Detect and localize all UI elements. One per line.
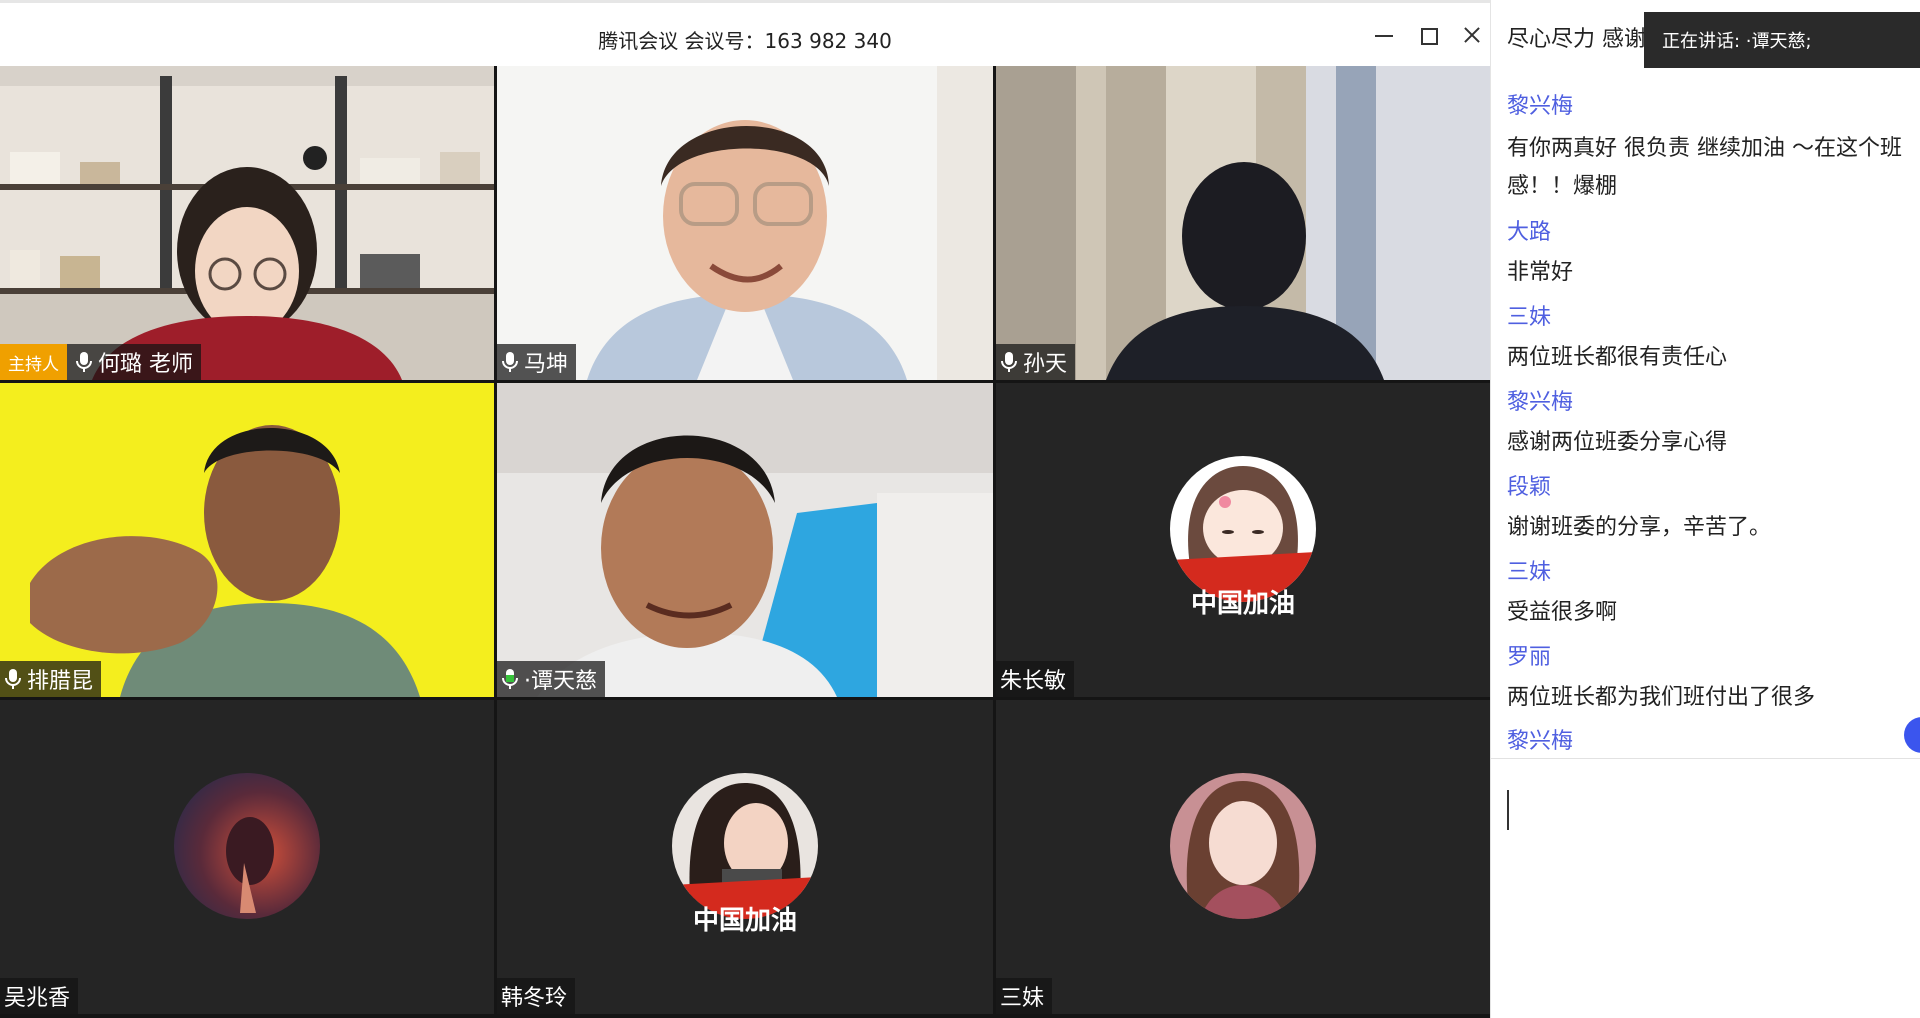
avatar — [1170, 773, 1316, 919]
avatar-caption: 中国加油 — [692, 906, 797, 936]
participant-name: 孙天 — [1023, 352, 1068, 377]
video-feed — [497, 66, 993, 380]
participant-name: 吴兆香 — [4, 986, 71, 1011]
participant-name: 三妹 — [1000, 986, 1045, 1011]
participant-tile[interactable]: 马坤 — [497, 66, 993, 380]
participant-name: 韩冬玲 — [501, 986, 568, 1011]
participant-tile[interactable]: ·谭天慈 — [497, 383, 993, 697]
avatar — [174, 773, 320, 919]
participant-tile[interactable]: 中国加油 朱长敏 — [996, 383, 1490, 697]
chat-message-list[interactable]: 尽心尽力 感谢有你 黎兴梅 有你两真好 很负责 继续加油 ～在这个班 感！！爆棚… — [1507, 0, 1917, 756]
chat-sender: 黎兴梅 — [1507, 390, 1574, 415]
chat-sender: 黎兴梅 — [1507, 729, 1574, 754]
chat-text: 两位班长都为我们班付出了很多 — [1507, 685, 1816, 710]
title-bar: 腾讯会议 会议号：163 982 340 — [0, 0, 1490, 66]
participant-label: 孙天 — [996, 344, 1076, 380]
participant-label: ·谭天慈 — [497, 661, 605, 697]
participant-name: ·谭天慈 — [524, 669, 597, 694]
chat-sender: 罗丽 — [1507, 645, 1552, 670]
avatar-caption: 中国加油 — [1190, 589, 1295, 619]
chat-text: 受益很多啊 — [1507, 600, 1618, 625]
participant-label: 韩冬玲 — [497, 978, 576, 1014]
avatar-image — [1170, 773, 1316, 919]
maximize-button[interactable] — [1414, 21, 1442, 49]
participant-tile[interactable]: 三妹 — [996, 700, 1490, 1014]
chat-text: 谢谢班委的分享，辛苦了。 — [1507, 515, 1772, 540]
participant-tile[interactable]: 中国加油 韩冬玲 — [497, 700, 993, 1014]
participant-label: 马坤 — [497, 344, 577, 380]
mic-icon — [5, 669, 21, 689]
speaking-indicator: 正在讲话: ·谭天慈; — [1644, 12, 1920, 68]
minimize-button[interactable] — [1370, 21, 1398, 49]
avatar — [1170, 456, 1316, 602]
video-feed — [996, 66, 1490, 380]
video-feed — [497, 383, 993, 697]
avatar-image — [1170, 456, 1316, 602]
chat-sender: 三妹 — [1507, 305, 1552, 330]
participant-label: 朱长敏 — [996, 661, 1075, 697]
chat-text: 非常好 — [1507, 260, 1574, 285]
avatar-image — [174, 773, 320, 919]
participant-label: 吴兆香 — [0, 978, 79, 1014]
chat-panel: 尽心尽力 感谢有你 黎兴梅 有你两真好 很负责 继续加油 ～在这个班 感！！爆棚… — [1490, 0, 1920, 1018]
text-cursor — [1507, 790, 1509, 830]
chat-sender: 三妹 — [1507, 560, 1552, 585]
participant-name: 马坤 — [524, 352, 569, 377]
chat-input-area[interactable] — [1491, 760, 1920, 1018]
video-grid: 主持人 何璐 老师 马坤 孙天 排腊昆 ·谭天慈 中国加油 朱长敏 吴兆香 中国… — [0, 66, 1490, 1018]
participant-label: 主持人 何璐 老师 — [0, 344, 201, 380]
mic-icon — [1001, 352, 1017, 372]
participant-label: 三妹 — [996, 978, 1053, 1014]
participant-name: 何璐 老师 — [98, 352, 193, 377]
participant-tile[interactable]: 孙天 — [996, 66, 1490, 380]
mic-icon — [76, 352, 92, 372]
host-badge: 主持人 — [0, 344, 67, 380]
chat-divider — [1491, 758, 1920, 759]
chat-text: 两位班长都很有责任心 — [1507, 345, 1728, 370]
mic-active-icon — [502, 669, 518, 689]
video-feed — [0, 66, 494, 380]
chat-sender: 黎兴梅 — [1507, 94, 1574, 119]
participant-tile[interactable]: 排腊昆 — [0, 383, 494, 697]
chat-sender: 大路 — [1507, 220, 1552, 245]
mic-icon — [502, 352, 518, 372]
meeting-window: 腾讯会议 会议号：163 982 340 主持人 何璐 老师 马坤 孙天 排腊昆… — [0, 0, 1490, 1018]
participant-tile[interactable]: 主持人 何璐 老师 — [0, 66, 494, 380]
participant-label: 排腊昆 — [0, 661, 102, 697]
participant-tile[interactable]: 吴兆香 — [0, 700, 494, 1014]
chat-text: 感谢两位班委分享心得 — [1507, 430, 1728, 455]
chat-text: 感！！爆棚 — [1507, 174, 1618, 199]
chat-text: 有你两真好 很负责 继续加油 ～在这个班 — [1507, 136, 1902, 161]
participant-name: 朱长敏 — [1000, 669, 1067, 694]
participant-name: 排腊昆 — [27, 669, 94, 694]
avatar-image — [672, 773, 818, 919]
window-title: 腾讯会议 会议号：163 982 340 — [598, 29, 892, 53]
video-feed — [0, 383, 494, 697]
avatar — [672, 773, 818, 919]
chat-sender: 段颖 — [1507, 475, 1552, 500]
close-button[interactable] — [1458, 21, 1486, 49]
